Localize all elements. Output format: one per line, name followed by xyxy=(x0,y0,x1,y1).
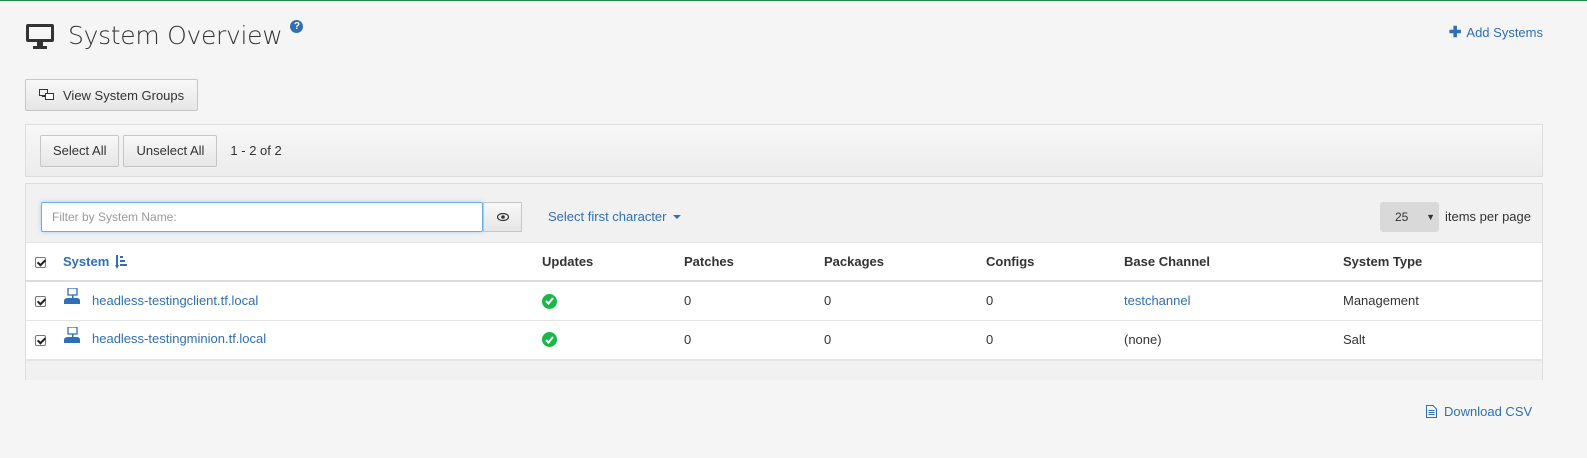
column-header-system[interactable]: System xyxy=(63,243,542,282)
select-all-button[interactable]: Select All xyxy=(40,134,120,167)
updates-cell xyxy=(542,320,684,360)
select-first-character-label: Select first character xyxy=(548,209,667,224)
row-checkbox[interactable] xyxy=(35,335,46,347)
system-link[interactable]: headless-testingclient.tf.local xyxy=(63,288,259,308)
system-name: headless-testingclient.tf.local xyxy=(92,292,259,308)
select-arrow-icon: ▼ xyxy=(1426,212,1435,222)
select-first-character-dropdown[interactable]: Select first character xyxy=(548,209,681,224)
items-per-page-label: items per page xyxy=(1445,209,1531,224)
column-header-updates: Updates xyxy=(542,243,684,282)
base-channel-link[interactable]: testchannel xyxy=(1124,293,1191,308)
row-checkbox[interactable] xyxy=(35,296,46,308)
column-header-configs: Configs xyxy=(986,243,1124,282)
download-csv-label: Download CSV xyxy=(1444,404,1533,419)
systems-table: System Updates Patches Packages Configs xyxy=(26,243,1542,360)
items-per-page-value: 25 xyxy=(1395,210,1409,224)
table-footer xyxy=(26,359,1542,380)
configs-cell: 0 xyxy=(986,320,1124,360)
select-all-header-cell xyxy=(26,243,63,282)
table-toolbar: Select first character 25 ▼ items per pa… xyxy=(26,184,1542,243)
selection-bar: Select All Unselect All 1 - 2 of 2 xyxy=(25,124,1543,177)
check-circle-icon xyxy=(542,332,557,348)
column-header-system-type: System Type xyxy=(1343,243,1542,282)
view-system-groups-label: View System Groups xyxy=(63,87,185,103)
system-cell: headless-testingclient.tf.local xyxy=(63,281,542,321)
help-icon[interactable]: ? xyxy=(290,19,304,33)
patches-cell: 0 xyxy=(684,320,824,360)
items-per-page-select[interactable]: 25 ▼ xyxy=(1380,202,1439,232)
pagination-range: 1 - 2 of 2 xyxy=(230,143,282,158)
base-channel-cell: testchannel xyxy=(1124,281,1343,321)
table-row: headless-testingminion.tf.local 0 0 0 (n… xyxy=(26,320,1542,360)
sort-by-system-link[interactable]: System xyxy=(63,254,128,269)
column-header-packages: Packages xyxy=(824,243,986,282)
sort-ascending-icon xyxy=(115,254,128,269)
packages-cell: 0 xyxy=(824,281,986,321)
filter-system-name-input[interactable] xyxy=(41,202,483,232)
row-checkbox-cell xyxy=(26,281,63,321)
salt-system-icon xyxy=(64,288,80,304)
filter-toggle-button[interactable] xyxy=(483,202,522,232)
system-link[interactable]: headless-testingminion.tf.local xyxy=(63,326,267,347)
table-header-row: System Updates Patches Packages Configs xyxy=(26,243,1542,282)
select-all-checkbox[interactable] xyxy=(35,257,46,269)
systems-table-panel: Select first character 25 ▼ items per pa… xyxy=(25,183,1543,380)
add-systems-link[interactable]: ✚ Add Systems xyxy=(1449,25,1543,40)
table-row: headless-testingclient.tf.local 0 0 0 te… xyxy=(26,281,1542,321)
system-type-cell: Management xyxy=(1343,281,1542,321)
add-systems-label: Add Systems xyxy=(1466,25,1543,40)
base-channel-cell: (none) xyxy=(1124,320,1343,360)
system-groups-icon xyxy=(39,89,54,100)
patches-cell: 0 xyxy=(684,281,824,321)
packages-cell: 0 xyxy=(824,320,986,360)
system-cell: headless-testingminion.tf.local xyxy=(63,320,542,360)
monitor-icon xyxy=(26,24,54,49)
plus-icon: ✚ xyxy=(1448,24,1462,41)
row-checkbox-cell xyxy=(26,320,63,360)
eye-icon xyxy=(496,213,509,221)
column-header-system-label: System xyxy=(63,254,110,269)
salt-system-icon xyxy=(64,326,80,343)
download-csv-link[interactable]: Download CSV xyxy=(1426,404,1532,419)
system-name: headless-testingminion.tf.local xyxy=(92,331,267,347)
check-circle-icon xyxy=(542,293,557,309)
system-type-cell: Salt xyxy=(1343,320,1542,360)
configs-cell: 0 xyxy=(986,281,1124,321)
caret-down-icon xyxy=(672,215,681,219)
page-header: System Overview ? xyxy=(25,15,304,55)
column-header-patches: Patches xyxy=(684,243,824,282)
view-system-groups-button[interactable]: View System Groups xyxy=(25,79,199,111)
page-title: System Overview xyxy=(68,20,283,50)
unselect-all-button[interactable]: Unselect All xyxy=(123,134,218,167)
column-header-base-channel: Base Channel xyxy=(1124,243,1343,282)
updates-cell xyxy=(542,281,684,321)
csv-file-icon xyxy=(1426,405,1437,418)
